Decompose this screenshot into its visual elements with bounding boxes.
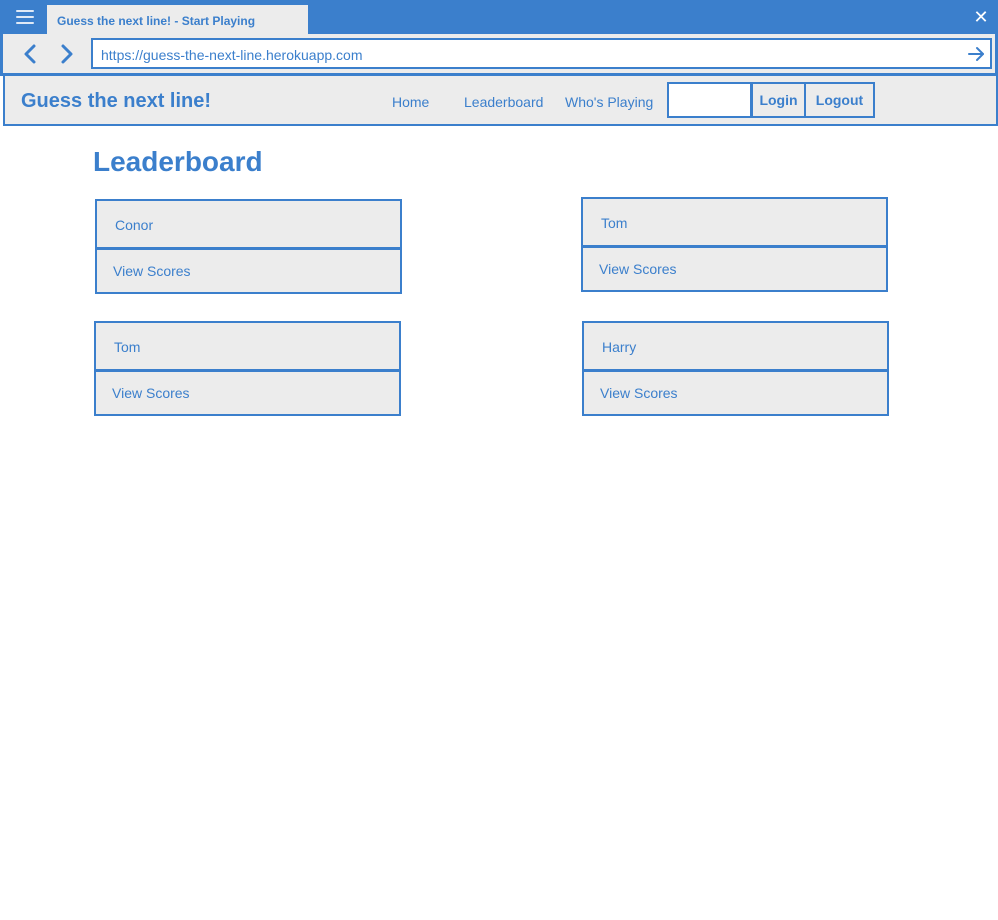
page-title: Leaderboard: [93, 146, 263, 177]
browser-tab[interactable]: Guess the next line! - Start Playing: [47, 5, 308, 34]
player-card: Tom View Scores: [581, 197, 888, 292]
view-scores-button[interactable]: View Scores: [95, 248, 402, 294]
hamburger-menu-icon[interactable]: [10, 6, 40, 28]
url-text[interactable]: https://guess-the-next-line.herokuapp.co…: [101, 47, 362, 63]
player-name: Tom: [581, 197, 888, 247]
player-name: Conor: [95, 199, 402, 249]
nav-link-whos-playing[interactable]: Who's Playing: [565, 94, 653, 110]
player-card: Harry View Scores: [582, 321, 889, 416]
view-scores-button[interactable]: View Scores: [582, 370, 889, 416]
close-icon[interactable]: ✕: [972, 8, 990, 26]
browser-navbar: https://guess-the-next-line.herokuapp.co…: [0, 34, 998, 76]
site-header: Guess the next line! Home Leaderboard Wh…: [3, 76, 998, 126]
chevron-left-icon[interactable]: [20, 42, 42, 66]
chevron-right-icon[interactable]: [56, 42, 78, 66]
username-input[interactable]: [667, 82, 752, 118]
nav-link-home[interactable]: Home: [392, 94, 429, 110]
url-bar[interactable]: https://guess-the-next-line.herokuapp.co…: [91, 38, 992, 69]
player-card: Tom View Scores: [94, 321, 401, 416]
logout-button[interactable]: Logout: [804, 82, 875, 118]
view-scores-button[interactable]: View Scores: [581, 246, 888, 292]
view-scores-button[interactable]: View Scores: [94, 370, 401, 416]
browser-titlebar: Guess the next line! - Start Playing ✕: [0, 0, 998, 34]
login-button[interactable]: Login: [751, 82, 806, 118]
site-title[interactable]: Guess the next line!: [21, 90, 211, 113]
nav-link-leaderboard[interactable]: Leaderboard: [464, 94, 543, 110]
arrow-right-icon[interactable]: [966, 44, 986, 64]
player-card: Conor View Scores: [95, 199, 402, 294]
player-name: Harry: [582, 321, 889, 371]
player-name: Tom: [94, 321, 401, 371]
